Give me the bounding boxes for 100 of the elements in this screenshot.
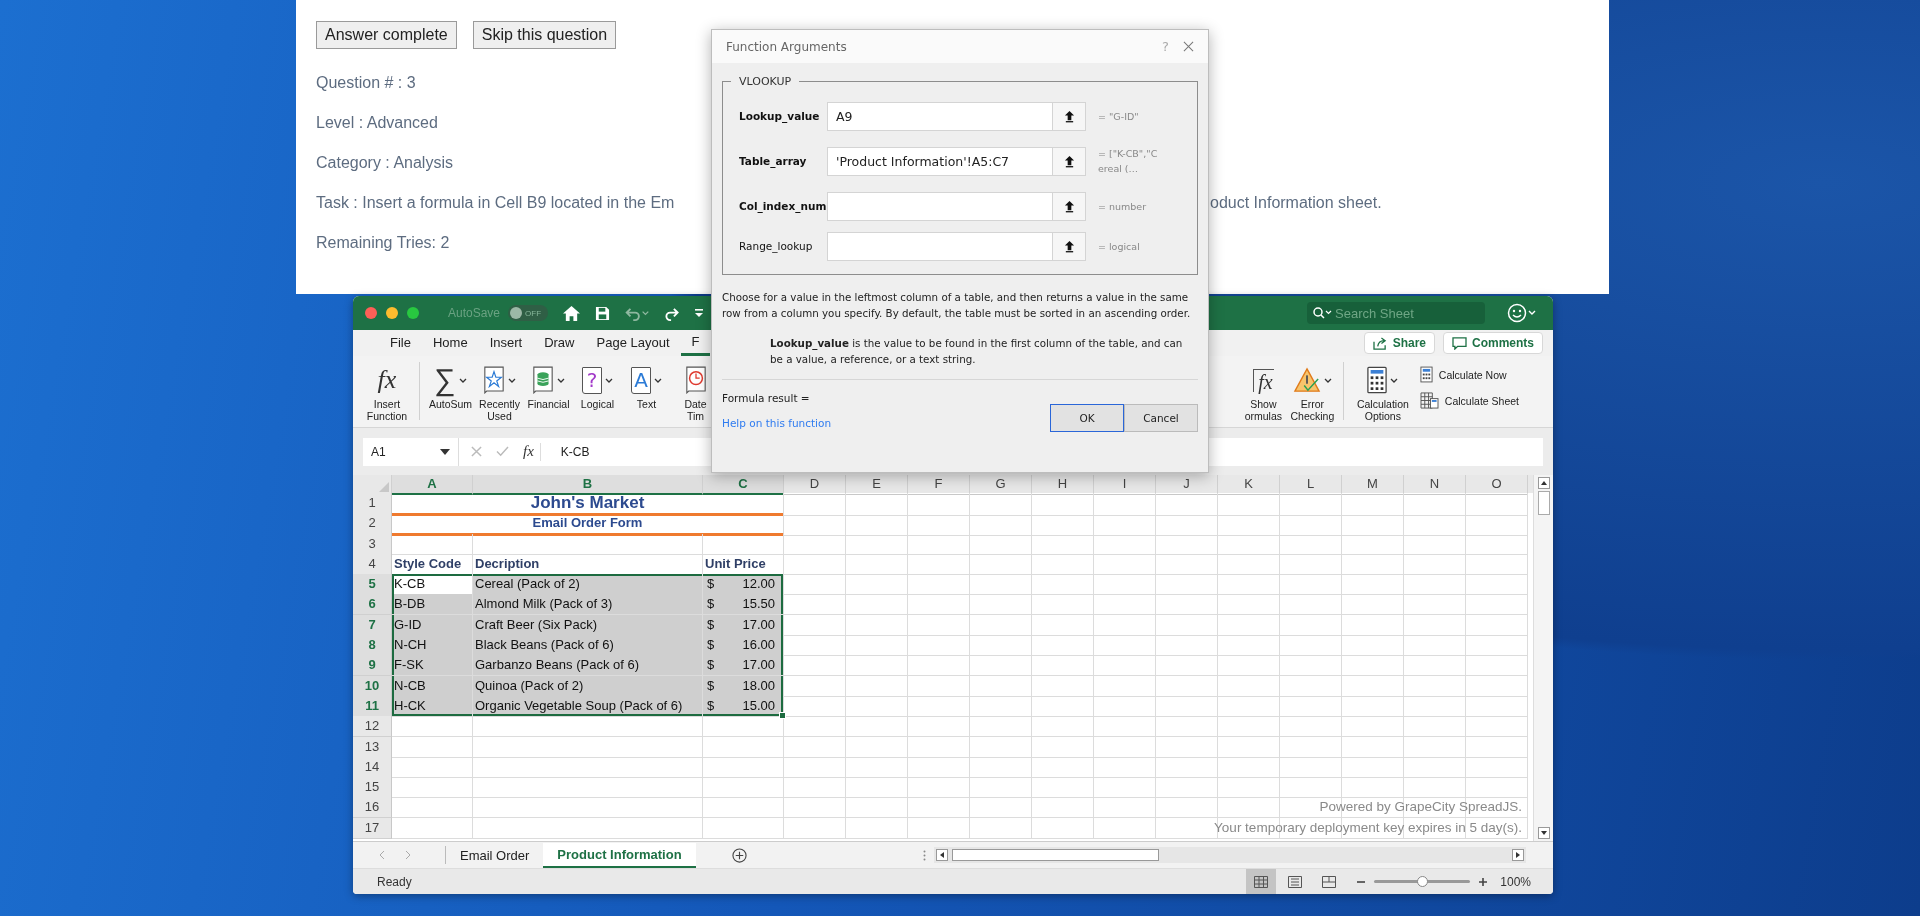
sheet-cell[interactable] [1280, 574, 1342, 596]
sheet-cell[interactable] [784, 493, 846, 516]
sheet-cell[interactable] [1466, 513, 1528, 537]
splitter-handle-icon[interactable] [922, 849, 926, 861]
sheet-cell[interactable] [1218, 614, 1280, 636]
next-sheet-icon[interactable] [405, 851, 411, 859]
sheet-cell[interactable] [1094, 635, 1156, 657]
ribbon-tab[interactable]: File [379, 330, 422, 356]
row-header[interactable]: 5 [353, 574, 392, 596]
sheet-cell[interactable]: $ 18.00 [703, 675, 784, 697]
sheet-cell[interactable] [1466, 614, 1528, 636]
sheet-cell[interactable] [1342, 574, 1404, 596]
sheet-cell[interactable]: H-CK [392, 695, 473, 717]
sheet-cell[interactable] [908, 513, 970, 537]
close-button[interactable] [365, 307, 377, 319]
sheet-cell[interactable] [1404, 675, 1466, 697]
sheet-cell[interactable] [473, 777, 703, 799]
sheet-cell[interactable] [1032, 594, 1094, 616]
add-sheet-icon[interactable] [731, 847, 747, 863]
sheet-cell[interactable] [1032, 695, 1094, 717]
sheet-cell[interactable] [784, 594, 846, 616]
sheet-cell[interactable] [392, 817, 473, 839]
sheet-cell[interactable] [1094, 777, 1156, 799]
ribbon-tool-button[interactable]: Financial [524, 362, 573, 410]
ribbon-tab[interactable]: Page Layout [585, 330, 681, 356]
sheet-cell[interactable] [1218, 695, 1280, 717]
close-icon[interactable] [1183, 41, 1194, 52]
sheet-cell[interactable] [970, 716, 1032, 738]
sheet-cell[interactable] [1404, 716, 1466, 738]
sheet-cell[interactable] [1342, 614, 1404, 636]
sheet-cell[interactable] [1218, 655, 1280, 677]
sheet-cell[interactable]: $ 17.00 [703, 655, 784, 677]
sheet-cell[interactable] [846, 533, 908, 555]
sheet-cell[interactable] [908, 533, 970, 555]
sheet-cell[interactable] [703, 716, 784, 738]
sheet-cell[interactable] [846, 716, 908, 738]
quiz-button[interactable]: Skip this question [472, 21, 617, 49]
sheet-cell[interactable] [473, 533, 703, 555]
sheet-cell[interactable] [1404, 594, 1466, 616]
sheet-cell[interactable] [908, 736, 970, 758]
sheet-cell[interactable] [703, 736, 784, 758]
collapse-dialog-button[interactable] [1053, 231, 1086, 261]
sheet-cell[interactable] [1280, 533, 1342, 555]
sheet-cell[interactable] [846, 493, 908, 516]
sheet-cell[interactable] [846, 777, 908, 799]
sheet-cell[interactable] [1094, 513, 1156, 537]
horizontal-scrollbar[interactable] [933, 847, 1526, 863]
sheet-cell[interactable] [1466, 655, 1528, 677]
sheet-cell[interactable] [1032, 797, 1094, 819]
ribbon-tool-button[interactable]: A Text [622, 362, 671, 410]
sheet-cell[interactable] [1218, 736, 1280, 758]
column-header[interactable]: K [1218, 475, 1280, 495]
sheet-cell[interactable] [1218, 594, 1280, 616]
vertical-scrollbar[interactable] [1533, 475, 1553, 841]
column-header[interactable]: C [703, 475, 784, 495]
sheet-cell[interactable] [846, 655, 908, 677]
sheet-cell[interactable] [908, 635, 970, 657]
sheet-cell[interactable] [1218, 513, 1280, 537]
argument-field[interactable] [827, 231, 1053, 261]
argument-field[interactable] [827, 191, 1053, 221]
sheet-cell[interactable] [1280, 655, 1342, 677]
sheet-cell[interactable] [908, 777, 970, 799]
sheet-cell[interactable] [473, 817, 703, 839]
column-header[interactable]: L [1280, 475, 1342, 495]
sheet-cell[interactable] [1218, 553, 1280, 575]
ribbon-tab[interactable]: Insert [478, 330, 534, 356]
sheet-cell[interactable] [1342, 655, 1404, 677]
sheet-cell[interactable] [1156, 736, 1218, 758]
sheet-cell[interactable]: Craft Beer (Six Pack) [473, 614, 703, 636]
collapse-dialog-button[interactable] [1053, 191, 1086, 221]
zoom-button[interactable] [407, 307, 419, 319]
sheet-cell[interactable] [1404, 695, 1466, 717]
home-icon[interactable] [562, 304, 582, 322]
sheet-cell[interactable] [1032, 533, 1094, 555]
sheet-cell[interactable]: $ 16.00 [703, 635, 784, 657]
sheet-cell[interactable] [1466, 675, 1528, 697]
insert-function-button[interactable]: fx Insert Function [361, 362, 413, 422]
sheet-cell[interactable] [1280, 695, 1342, 717]
sheet-cell[interactable] [1404, 493, 1466, 516]
sheet-cell[interactable] [1094, 533, 1156, 555]
sheet-cell[interactable] [846, 675, 908, 697]
sheet-cell[interactable] [1466, 574, 1528, 596]
ribbon-tool-button[interactable]: Date Tim [671, 362, 720, 422]
sheet-cell[interactable] [1466, 736, 1528, 758]
sheet-cell[interactable] [1156, 716, 1218, 738]
redo-icon[interactable] [664, 305, 681, 321]
column-header[interactable]: J [1156, 475, 1218, 495]
sheet-cell[interactable]: G-ID [392, 614, 473, 636]
collapse-dialog-button[interactable] [1053, 146, 1086, 176]
sheet-cell[interactable] [784, 533, 846, 555]
sheet-cell[interactable]: Black Beans (Pack of 6) [473, 635, 703, 657]
sheet-cell[interactable] [1218, 756, 1280, 778]
sheet-cell[interactable] [1342, 513, 1404, 537]
sheet-cell[interactable] [846, 574, 908, 596]
sheet-cell[interactable] [846, 553, 908, 575]
column-header[interactable]: H [1032, 475, 1094, 495]
sheet-cell[interactable] [1156, 655, 1218, 677]
ribbon-tab[interactable]: Draw [533, 330, 586, 356]
sheet-cell[interactable]: Cereal (Pack of 2) [473, 574, 703, 596]
sheet-cell[interactable] [703, 797, 784, 819]
